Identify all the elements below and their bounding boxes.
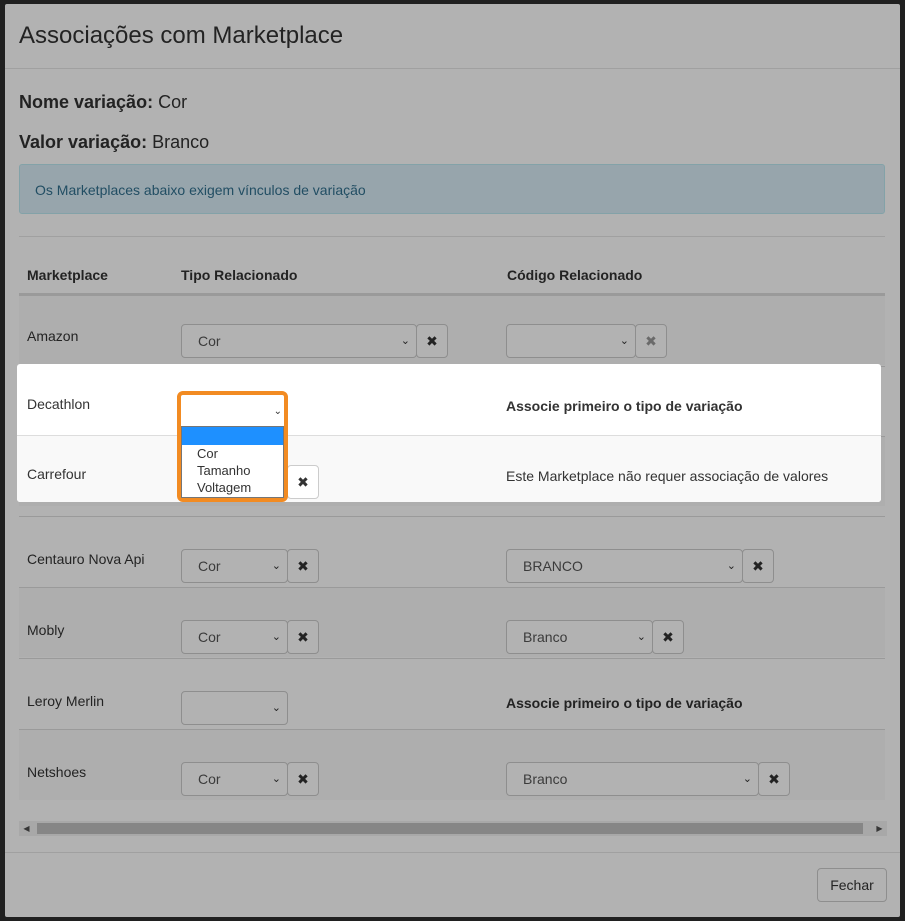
highlighted-rows: Decathlon Associe primeiro o tipo de var… (17, 364, 881, 502)
code-select[interactable]: BRANCO ⌄ (506, 549, 743, 583)
clear-type-button[interactable]: ✖ (287, 762, 319, 796)
close-icon: ✖ (662, 629, 674, 645)
info-alert: Os Marketplaces abaixo exigem vínculos d… (19, 164, 885, 214)
option-voltagem[interactable]: Voltagem (182, 479, 283, 496)
footer-divider (5, 852, 900, 853)
close-icon: ✖ (297, 474, 309, 490)
modal-header: Associações com Marketplace (5, 4, 900, 69)
divider (19, 236, 885, 237)
marketplace-name: Leroy Merlin (27, 693, 105, 709)
variation-value-line: Valor variação: Branco (19, 132, 209, 153)
close-icon: ✖ (297, 771, 309, 787)
marketplace-name: Mobly (27, 622, 65, 638)
chevron-down-icon: ⌄ (742, 773, 752, 785)
chevron-down-icon: ⌄ (271, 631, 281, 643)
marketplace-name: Netshoes (27, 764, 87, 780)
variation-name-label: Nome variação: (19, 92, 154, 112)
table-row-decathlon: Decathlon Associe primeiro o tipo de var… (17, 364, 881, 433)
type-options-list: Cor Tamanho Voltagem (181, 426, 284, 498)
variation-value-label: Valor variação: (19, 132, 148, 152)
chevron-down-icon: ⌄ (271, 702, 281, 714)
type-select[interactable]: Cor ⌄ (181, 762, 288, 796)
code-select[interactable]: ⌄ (506, 324, 636, 358)
variation-name-value: Cor (158, 92, 188, 112)
type-select[interactable]: Cor ⌄ (181, 549, 288, 583)
marketplace-name: Carrefour (27, 466, 87, 482)
close-icon: ✖ (297, 629, 309, 645)
associate-type-first-text: Associe primeiro o tipo de variação (506, 695, 743, 711)
chevron-down-icon: ⌄ (271, 773, 281, 785)
clear-code-button[interactable]: ✖ (652, 620, 684, 654)
table-row-mobly: Mobly Cor ⌄ ✖ Branco ⌄ ✖ (19, 587, 885, 657)
clear-type-button[interactable]: ✖ (287, 549, 319, 583)
horizontal-scrollbar[interactable]: ◀ ▶ (19, 821, 887, 836)
table-row-amazon: Amazon Cor ⌄ ✖ ⌄ ✖ (19, 295, 885, 365)
chevron-down-icon: ⌄ (271, 560, 281, 572)
variation-value-value: Branco (152, 132, 210, 152)
code-select-value: Branco (523, 629, 568, 645)
no-association-needed-text: Este Marketplace não requer associação d… (506, 468, 829, 484)
close-icon: ✖ (297, 558, 309, 574)
code-select-value: BRANCO (523, 558, 583, 574)
header-codigo-relacionado: Código Relacionado (507, 267, 643, 283)
type-dropdown-highlight: ⌄ Cor Tamanho Voltagem (177, 391, 288, 502)
clear-type-button[interactable]: ✖ (287, 465, 319, 499)
table-row-centauro: Centauro Nova Api Cor ⌄ ✖ BRANCO ⌄ ✖ (19, 516, 885, 586)
clear-code-button[interactable]: ✖ (635, 324, 667, 358)
scroll-left-icon[interactable]: ◀ (19, 821, 34, 836)
option-cor[interactable]: Cor (182, 445, 283, 462)
marketplace-name: Decathlon (27, 396, 91, 412)
header-marketplace: Marketplace (27, 267, 108, 283)
clear-code-button[interactable]: ✖ (742, 549, 774, 583)
chevron-down-icon: ⌄ (726, 560, 736, 572)
modal-title: Associações com Marketplace (19, 22, 344, 49)
table-row-carrefour: Carrefour ✖ Este Marketplace não requer … (17, 435, 881, 502)
scroll-right-icon[interactable]: ▶ (872, 821, 887, 836)
chevron-down-icon: ⌄ (400, 335, 410, 347)
chevron-down-icon: ⌄ (273, 406, 282, 417)
scrollbar-thumb[interactable] (37, 823, 863, 834)
code-select[interactable]: Branco ⌄ (506, 620, 653, 654)
clear-type-button[interactable]: ✖ (416, 324, 448, 358)
close-button[interactable]: Fechar (817, 868, 887, 902)
clear-type-button[interactable]: ✖ (287, 620, 319, 654)
close-icon: ✖ (768, 771, 780, 787)
clear-code-button[interactable]: ✖ (758, 762, 790, 796)
variation-name-line: Nome variação: Cor (19, 92, 187, 113)
type-select-value: Cor (198, 333, 221, 349)
chevron-down-icon: ⌄ (619, 335, 629, 347)
close-icon: ✖ (426, 333, 438, 349)
type-select[interactable]: ⌄ (181, 691, 288, 725)
close-icon: ✖ (752, 558, 764, 574)
type-select[interactable]: Cor ⌄ (181, 620, 288, 654)
code-select[interactable]: Branco ⌄ (506, 762, 759, 796)
type-select-value: Cor (198, 558, 221, 574)
table-row-leroy-merlin: Leroy Merlin ⌄ Associe primeiro o tipo d… (19, 658, 885, 728)
option-tamanho[interactable]: Tamanho (182, 462, 283, 479)
marketplace-name: Amazon (27, 328, 79, 344)
table-row-netshoes: Netshoes Cor ⌄ ✖ Branco ⌄ ✖ (19, 729, 885, 800)
header-tipo-relacionado: Tipo Relacionado (181, 267, 298, 283)
option-empty[interactable] (182, 427, 283, 445)
close-icon: ✖ (645, 333, 657, 349)
type-select[interactable]: Cor ⌄ (181, 324, 417, 358)
type-select-open[interactable]: ⌄ (183, 397, 284, 425)
type-select-value: Cor (198, 771, 221, 787)
associate-type-first-text: Associe primeiro o tipo de variação (506, 398, 743, 414)
marketplace-name: Centauro Nova Api (27, 551, 145, 567)
type-select-value: Cor (198, 629, 221, 645)
chevron-down-icon: ⌄ (636, 631, 646, 643)
code-select-value: Branco (523, 771, 568, 787)
